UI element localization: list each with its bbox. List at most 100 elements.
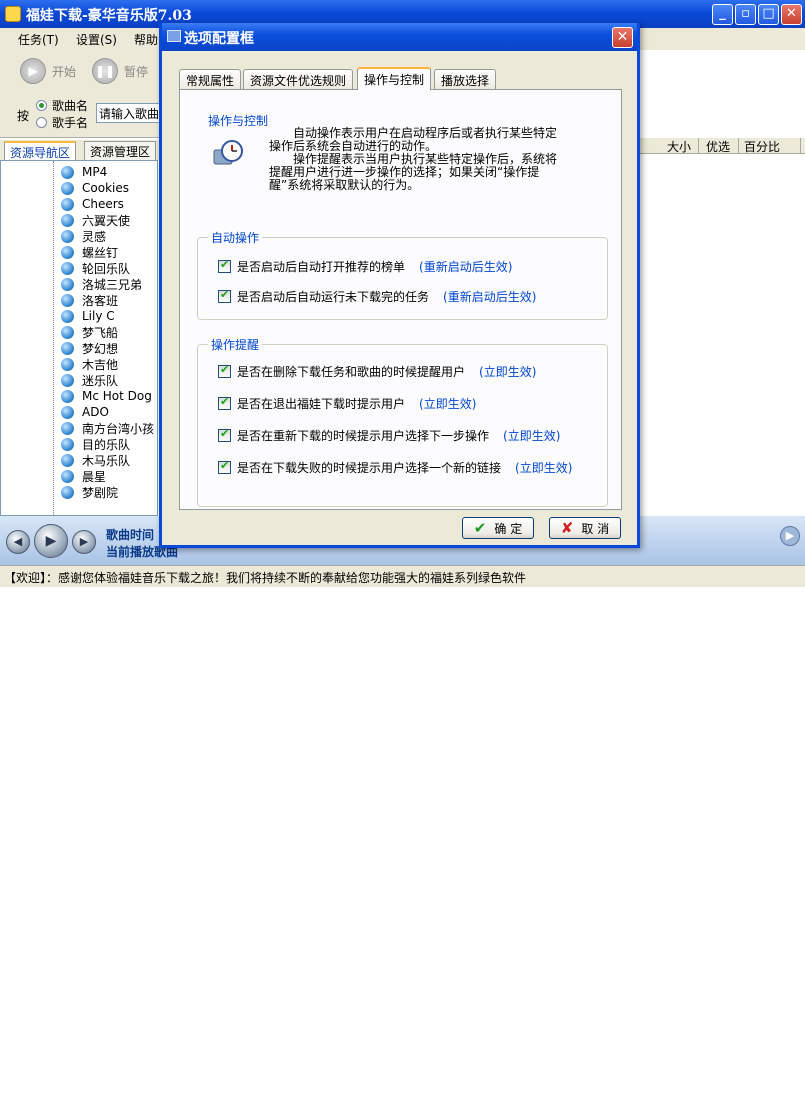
option-row[interactable]: 是否在下载失败的时候提示用户选择一个新的链接 (立即生效) bbox=[218, 459, 572, 476]
tree-item[interactable]: Cheers bbox=[61, 196, 124, 212]
option-row[interactable]: 是否启动后自动打开推荐的榜单 (重新启动后生效) bbox=[218, 258, 512, 275]
option-label: 是否启动后自动运行未下载完的任务 bbox=[237, 290, 430, 304]
tree-item[interactable]: 灵感 bbox=[61, 228, 106, 244]
tree-item[interactable]: 梦幻想 bbox=[61, 340, 118, 356]
tree-item[interactable]: Cookies bbox=[61, 180, 129, 196]
tree-item-label: 洛城三兄弟 bbox=[82, 277, 143, 292]
option-note: (立即生效) bbox=[419, 397, 477, 411]
play-icon[interactable]: ▶ bbox=[34, 524, 68, 558]
next-icon[interactable]: ▶ bbox=[72, 530, 96, 554]
ok-button[interactable]: ✔ 确 定 bbox=[462, 517, 534, 539]
restore-icon[interactable]: ▫ bbox=[735, 4, 756, 25]
col-size[interactable]: 大小 bbox=[664, 138, 699, 154]
globe-icon bbox=[61, 213, 74, 227]
option-label: 是否启动后自动打开推荐的榜单 bbox=[237, 260, 406, 274]
start-label: 开始 bbox=[52, 64, 77, 79]
tree-item-label: Cookies bbox=[82, 181, 129, 195]
pause-button[interactable]: ❚❚ 暂停 bbox=[92, 56, 148, 86]
globe-icon bbox=[61, 405, 74, 419]
search-input[interactable]: 请输入歌曲 bbox=[96, 103, 160, 123]
globe-icon bbox=[61, 453, 74, 467]
tab-preferred-rules[interactable]: 资源文件优选规则 bbox=[243, 69, 354, 89]
options-dialog: 选项配置框 ✕ 常规属性 资源文件优选规则 操作与控制 播放选择 操作与控制 自… bbox=[159, 23, 640, 548]
tree-item[interactable]: 梦飞船 bbox=[61, 324, 118, 340]
maximize-icon[interactable]: □ bbox=[758, 4, 779, 25]
dialog-title-bar[interactable]: 选项配置框 ✕ bbox=[162, 23, 637, 51]
tree-item[interactable]: 木吉他 bbox=[61, 356, 118, 372]
option-row[interactable]: 是否在重新下载的时候提示用户选择下一步操作 (立即生效) bbox=[218, 427, 560, 444]
tree-item-label: 迷乐队 bbox=[82, 373, 119, 388]
tab-play-options[interactable]: 播放选择 bbox=[434, 69, 497, 89]
tree-item-label: 梦剧院 bbox=[82, 485, 119, 500]
auto-group-title: 自动操作 bbox=[208, 229, 263, 246]
option-checkbox[interactable] bbox=[218, 395, 231, 410]
globe-icon bbox=[61, 277, 74, 291]
globe-icon bbox=[61, 165, 74, 179]
tree-item[interactable]: Lily C bbox=[61, 308, 115, 324]
globe-icon bbox=[61, 325, 74, 339]
option-checkbox[interactable] bbox=[218, 459, 231, 474]
dialog-close-icon[interactable]: ✕ bbox=[612, 27, 633, 48]
option-row[interactable]: 是否在退出福娃下载时提示用户 (立即生效) bbox=[218, 395, 476, 412]
tree-item-label: 梦飞船 bbox=[82, 325, 119, 340]
option-checkbox[interactable] bbox=[218, 427, 231, 442]
globe-icon bbox=[61, 373, 74, 387]
tree-line bbox=[53, 161, 54, 515]
globe-icon bbox=[61, 261, 74, 275]
panel-tabs: 资源导航区 资源管理区 bbox=[0, 140, 160, 160]
menu-task[interactable]: 任务(T) bbox=[18, 31, 59, 48]
tree-item[interactable]: 木马乐队 bbox=[61, 452, 130, 468]
option-checkbox[interactable] bbox=[218, 363, 231, 378]
tree-item[interactable]: 迷乐队 bbox=[61, 372, 118, 388]
tree-item[interactable]: MP4 bbox=[61, 164, 107, 180]
option-checkbox[interactable] bbox=[218, 288, 231, 303]
col-percent[interactable]: 百分比 bbox=[741, 138, 801, 154]
check-icon: ✔ bbox=[473, 519, 487, 537]
intro-line-5: 醒”系统将采取默认的行为。 bbox=[269, 178, 420, 192]
tab-operation-control[interactable]: 操作与控制 bbox=[357, 67, 432, 90]
singer-name-label: 歌手名 bbox=[52, 116, 89, 130]
song-name-radio[interactable] bbox=[36, 100, 47, 111]
pause-label: 暂停 bbox=[124, 64, 149, 79]
main-close-icon[interactable]: ✕ bbox=[781, 4, 802, 25]
tree-item[interactable]: 晨星 bbox=[61, 468, 106, 484]
tree-item[interactable]: 目的乐队 bbox=[61, 436, 130, 452]
option-row[interactable]: 是否启动后自动运行未下载完的任务 (重新启动后生效) bbox=[218, 288, 536, 305]
status-text: 【欢迎】：感谢您体验福娃音乐下载之旅！我们将持续不断的奉献给您功能强大的福娃系列… bbox=[4, 571, 527, 585]
tree-item[interactable]: 轮回乐队 bbox=[61, 260, 130, 276]
option-label: 是否在删除下载任务和歌曲的时候提醒用户 bbox=[237, 365, 466, 379]
tab-general[interactable]: 常规属性 bbox=[179, 69, 242, 89]
prev-icon[interactable]: ◀ bbox=[6, 530, 30, 554]
tree-item-label: 六翼天使 bbox=[82, 213, 131, 228]
menu-help[interactable]: 帮助 bbox=[134, 31, 158, 48]
col-preferred[interactable]: 优选 bbox=[703, 138, 739, 154]
tab-resource-manage[interactable]: 资源管理区 bbox=[84, 141, 157, 160]
song-time-label: 歌曲时间 bbox=[106, 528, 155, 542]
tree-item[interactable]: 洛客班 bbox=[61, 292, 118, 308]
option-checkbox[interactable] bbox=[218, 258, 231, 273]
cancel-button[interactable]: ✘ 取 消 bbox=[549, 517, 621, 539]
resource-tree[interactable]: MP4 Cookies Cheers 六翼天使 灵感 螺丝钉 轮回乐队 洛城三兄弟 洛客班 Lil… bbox=[0, 160, 158, 516]
tree-item[interactable]: 南方台湾小孩 bbox=[61, 420, 154, 436]
minimize-icon[interactable]: _ bbox=[712, 4, 733, 25]
pause-icon: ❚❚ bbox=[92, 58, 118, 84]
option-note: (立即生效) bbox=[515, 461, 573, 475]
tab-resource-nav[interactable]: 资源导航区 bbox=[4, 141, 77, 160]
tree-item[interactable]: 六翼天使 bbox=[61, 212, 130, 228]
globe-icon bbox=[61, 389, 74, 403]
tree-item[interactable]: Mc Hot Dog bbox=[61, 388, 152, 404]
auto-operation-group: 自动操作 是否启动后自动打开推荐的榜单(重新启动后生效) 是否启动后自动运行未下载… bbox=[197, 229, 608, 320]
download-list[interactable] bbox=[640, 154, 805, 514]
option-row[interactable]: 是否在删除下载任务和歌曲的时候提醒用户 (立即生效) bbox=[218, 363, 536, 380]
tree-item[interactable]: ADO bbox=[61, 404, 109, 420]
option-label: 是否在退出福娃下载时提示用户 bbox=[237, 397, 406, 411]
tree-item[interactable]: 洛城三兄弟 bbox=[61, 276, 142, 292]
tree-item-label: Cheers bbox=[82, 197, 124, 211]
tree-item[interactable]: 梦剧院 bbox=[61, 484, 118, 500]
menu-settings[interactable]: 设置(S) bbox=[76, 31, 117, 48]
singer-name-radio[interactable] bbox=[36, 117, 47, 128]
start-button[interactable]: ▶ 开始 bbox=[20, 56, 76, 86]
expand-icon[interactable]: ▶ bbox=[780, 526, 800, 546]
tree-item[interactable]: 螺丝钉 bbox=[61, 244, 118, 260]
globe-icon bbox=[61, 421, 74, 435]
